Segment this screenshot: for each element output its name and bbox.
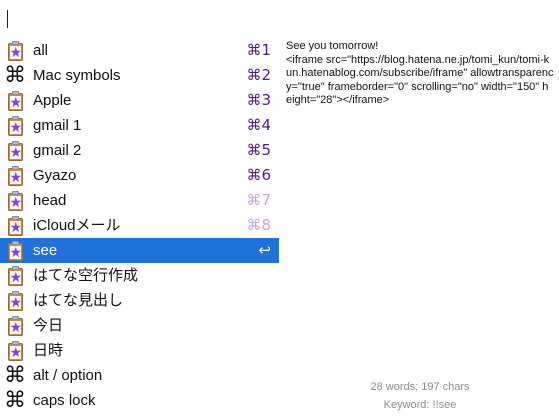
- snippet-row[interactable]: ★ see ↩: [0, 238, 279, 263]
- shortcut-label: ⌘6: [246, 166, 271, 184]
- clipboard-star-icon: ★: [4, 40, 26, 62]
- snippet-label: all: [33, 42, 49, 59]
- snippet-row[interactable]: ★ はてな見出し: [0, 288, 279, 313]
- snippet-row[interactable]: ★ Gyazo ⌘6: [0, 163, 279, 188]
- snippet-label: Mac symbols: [33, 67, 121, 84]
- snippet-row[interactable]: ⌘ caps lock: [0, 388, 279, 413]
- snippet-row[interactable]: ★ all ⌘1: [0, 38, 279, 63]
- shortcut-label: ⌘8: [246, 216, 271, 234]
- clipboard-star-icon: ★: [4, 190, 26, 212]
- snippet-row[interactable]: ★ gmail 2 ⌘5: [0, 138, 279, 163]
- command-icon: ⌘: [4, 363, 26, 388]
- command-icon: ⌘: [4, 388, 26, 413]
- clipboard-star-icon: ★: [4, 340, 26, 362]
- snippet-label: caps lock: [33, 392, 96, 409]
- snippet-row[interactable]: ★ gmail 1 ⌘4: [0, 113, 279, 138]
- snippet-row[interactable]: ★ head ⌘7: [0, 188, 279, 213]
- snippet-row[interactable]: ⌘ Mac symbols ⌘2: [0, 63, 279, 88]
- shortcut-label: ⌘5: [246, 141, 271, 159]
- shortcut-label: ⌘1: [246, 41, 271, 59]
- snippet-keyword: Keyword: !!see: [383, 399, 457, 411]
- shortcut-label: ⌘2: [246, 66, 271, 84]
- snippet-label: はてな空行作成: [33, 267, 139, 284]
- snippet-row[interactable]: ★ Apple ⌘3: [0, 88, 279, 113]
- command-icon: ⌘: [4, 63, 26, 88]
- shortcut-label: ⌘4: [246, 116, 271, 134]
- clipboard-star-icon: ★: [4, 265, 26, 287]
- shortcut-label: ⌘7: [246, 191, 271, 209]
- snippet-row[interactable]: ★ iCloudメール ⌘8: [0, 213, 279, 238]
- clipboard-star-icon: ★: [4, 240, 26, 262]
- snippet-label: Gyazo: [33, 167, 77, 184]
- search-field[interactable]: [0, 0, 559, 38]
- clipboard-star-icon: ★: [4, 290, 26, 312]
- snippet-row[interactable]: ⌘ alt / option: [0, 363, 279, 388]
- snippet-label: 日時: [33, 342, 64, 359]
- snippet-label: iCloudメール: [33, 217, 121, 234]
- return-key-icon: ↩: [258, 241, 271, 259]
- snippet-label: see: [33, 242, 58, 259]
- clipboard-star-icon: ★: [4, 215, 26, 237]
- snippet-label: head: [33, 192, 67, 209]
- clipboard-star-icon: ★: [4, 140, 26, 162]
- shortcut-label: ⌘3: [246, 91, 271, 109]
- word-count: 28 words; 197 chars: [370, 381, 470, 393]
- snippet-row[interactable]: ★ 今日: [0, 313, 279, 338]
- snippet-label: gmail 2: [33, 142, 82, 159]
- clipboard-star-icon: ★: [4, 315, 26, 337]
- snippet-preview: See you tomorrow! <iframe src="https://b…: [286, 40, 554, 106]
- clipboard-star-icon: ★: [4, 115, 26, 137]
- snippet-row[interactable]: ★ はてな空行作成: [0, 263, 279, 288]
- snippet-label: gmail 1: [33, 117, 82, 134]
- snippet-label: alt / option: [33, 367, 103, 384]
- snippet-list: ★ all ⌘1 ⌘ Mac symbols ⌘2 ★ Apple ⌘3 ★ gmail 1 ⌘4 ★ g…: [0, 38, 279, 413]
- snippet-label: はてな見出し: [33, 292, 124, 309]
- snippet-label: Apple: [33, 92, 72, 109]
- clipboard-star-icon: ★: [4, 90, 26, 112]
- snippet-label: 今日: [33, 317, 64, 334]
- text-cursor: [7, 10, 8, 28]
- clipboard-star-icon: ★: [4, 165, 26, 187]
- snippet-row[interactable]: ★ 日時: [0, 338, 279, 363]
